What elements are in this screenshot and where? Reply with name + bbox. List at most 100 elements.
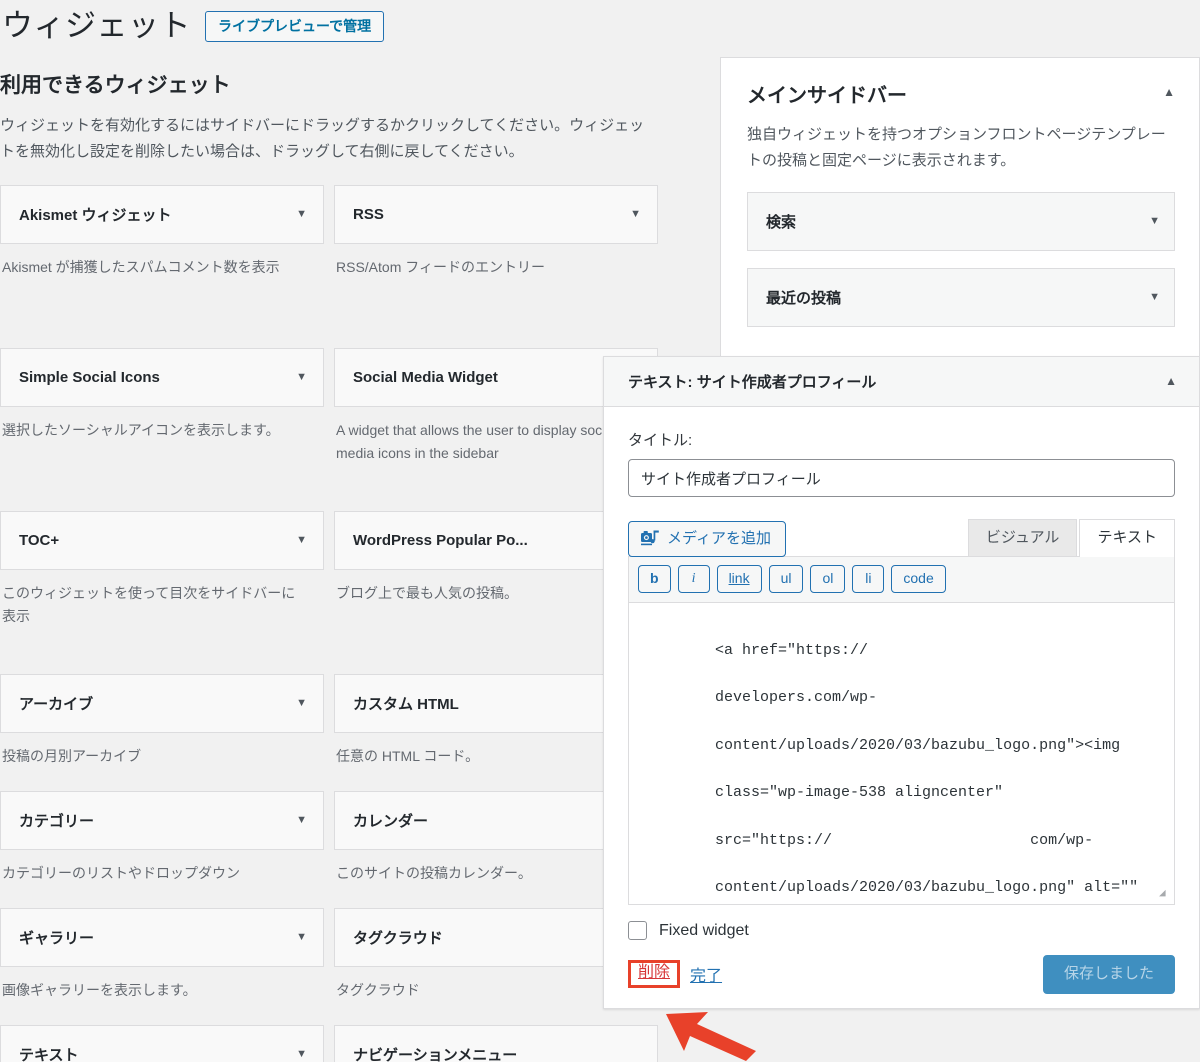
code-line: content/uploads/2020/03/bazubu_logo.png"… (715, 736, 1121, 754)
widget-title: WordPress Popular Po... (353, 531, 528, 549)
widget-description: このウィジェットを使って目次をサイドバーに表示 (2, 584, 296, 625)
widget-card-navigation-menu[interactable]: ナビゲーションメニュー (334, 1024, 658, 1062)
widget-description: カテゴリーのリストやドロップダウン (2, 864, 240, 881)
text-widget-title: テキスト: サイト作成者プロフィール (628, 374, 877, 391)
format-li-button[interactable]: li (852, 565, 885, 594)
format-ul-button[interactable]: ul (768, 565, 804, 594)
sidebar-widget-recent-posts[interactable]: 最近の投稿 ▼ (747, 267, 1175, 327)
text-widget-header[interactable]: テキスト: サイト作成者プロフィール ▲ (604, 357, 1199, 407)
chevron-down-icon[interactable]: ▼ (296, 534, 307, 546)
format-ol-button[interactable]: ol (810, 565, 846, 594)
fixed-widget-label: Fixed widget (659, 921, 749, 939)
widget-card-text[interactable]: テキスト ▼ (0, 1024, 324, 1062)
widget-card-archives[interactable]: アーカイブ ▼ (0, 673, 324, 733)
widget-description: 選択したソーシャルアイコンを表示します。 (2, 421, 280, 438)
widget-description: Akismet が捕獲したスパムコメント数を表示 (2, 258, 280, 275)
manage-in-live-preview-button[interactable]: ライブプレビューで管理 (205, 10, 385, 42)
widget-title: Akismet ウィジェット (19, 206, 172, 224)
fixed-widget-row: Fixed widget (628, 921, 1175, 941)
widget-title: 検索 (766, 213, 797, 231)
widget-title: カレンダー (353, 812, 429, 830)
widget-description: 投稿の月別アーカイブ (2, 747, 142, 764)
chevron-down-icon[interactable]: ▼ (1149, 291, 1160, 303)
resize-handle-icon[interactable]: ◢ (1159, 889, 1171, 901)
widgets-admin-page: ウィジェット ライブプレビューで管理 利用できるウィジェット ウィジェットを有効… (0, 0, 1200, 1062)
redacted-url (832, 828, 1031, 853)
chevron-down-icon[interactable]: ▼ (296, 697, 307, 709)
page-title: ウィジェット (2, 8, 191, 43)
done-link[interactable]: 完了 (690, 962, 722, 986)
format-bold-button[interactable]: b (638, 565, 671, 594)
content-textarea[interactable]: <a href="https:// developers.com/wp- con… (628, 603, 1175, 906)
available-widgets-grid: Akismet ウィジェット ▼ Akismet が捕獲したスパムコメント数を表… (0, 184, 660, 1062)
chevron-down-icon[interactable]: ▼ (296, 1048, 307, 1060)
widget-title: Social Media Widget (353, 368, 498, 386)
code-line: src="https:// (715, 831, 833, 849)
chevron-down-icon[interactable]: ▼ (296, 931, 307, 943)
chevron-up-icon[interactable]: ▲ (1165, 373, 1177, 390)
add-media-label: メディアを追加 (667, 530, 771, 547)
format-code-button[interactable]: code (891, 565, 946, 594)
delete-link[interactable]: 削除 (638, 964, 670, 981)
available-widgets-section: 利用できるウィジェット ウィジェットを有効化するにはサイドバーにドラッグするかク… (0, 72, 660, 1062)
add-media-button[interactable]: メディアを追加 (628, 521, 786, 557)
widget-column-left: Akismet ウィジェット ▼ Akismet が捕獲したスパムコメント数を表… (0, 184, 324, 1062)
widget-title: カテゴリー (19, 812, 95, 830)
widget-title: 最近の投稿 (766, 289, 842, 307)
save-button[interactable]: 保存しました (1042, 954, 1175, 995)
title-field-label: タイトル: (628, 432, 693, 449)
widget-card-gallery[interactable]: ギャラリー ▼ (0, 907, 324, 967)
tab-visual[interactable]: ビジュアル (967, 519, 1078, 557)
code-line: com/wp- (1030, 831, 1094, 849)
main-sidebar-panel: メインサイドバー ▲ 独自ウィジェットを持つオプションフロントページテンプレート… (720, 57, 1200, 365)
widget-card-toc-plus[interactable]: TOC+ ▼ (0, 510, 324, 570)
sidebar-widget-search[interactable]: 検索 ▼ (747, 191, 1175, 251)
editor-mode-tabs: ビジュアル テキスト (967, 519, 1175, 557)
widget-title: カスタム HTML (353, 695, 459, 713)
text-widget-body: タイトル: サイト作成者プロフィール メディアを追加 ビジュアル テキスト b … (604, 407, 1199, 906)
delete-link-highlight: 削除 (628, 960, 681, 989)
widget-title: RSS (353, 205, 384, 223)
text-widget-footer: Fixed widget 削除 完了 保存しました (604, 905, 1199, 1008)
text-widget-actions: 削除 完了 保存しました (628, 954, 1175, 995)
text-widget-panel: テキスト: サイト作成者プロフィール ▲ タイトル: サイト作成者プロフィール … (603, 356, 1200, 1010)
format-toolbar: b i link ul ol li code (628, 556, 1175, 604)
chevron-down-icon[interactable]: ▼ (296, 208, 307, 220)
chevron-up-icon[interactable]: ▲ (1163, 84, 1175, 101)
widget-card-rss[interactable]: RSS ▼ (334, 184, 658, 244)
code-line: class="wp-image-538 aligncenter" (715, 784, 1004, 802)
code-line: <a href="https:// (715, 642, 869, 660)
title-input[interactable] (628, 459, 1175, 497)
tab-text[interactable]: テキスト (1079, 519, 1175, 557)
page-header: ウィジェット ライブプレビューで管理 (0, 0, 385, 46)
widget-title: Simple Social Icons (19, 368, 160, 386)
code-line: developers.com/wp- (715, 689, 878, 707)
available-widgets-description: ウィジェットを有効化するにはサイドバーにドラッグするかクリックしてください。ウィ… (0, 117, 645, 161)
widget-description: RSS/Atom フィードのエントリー (336, 258, 545, 275)
widget-card-categories[interactable]: カテゴリー ▼ (0, 790, 324, 850)
editor-toolbar-row: メディアを追加 ビジュアル テキスト (628, 519, 1175, 557)
format-link-button[interactable]: link (716, 565, 762, 594)
available-widgets-heading: 利用できるウィジェット (0, 74, 231, 97)
footer-links: 削除 完了 (628, 960, 722, 989)
add-media-icon (641, 530, 660, 547)
widget-title: タグクラウド (353, 929, 443, 947)
widget-title: テキスト (19, 1046, 79, 1062)
chevron-down-icon[interactable]: ▼ (1149, 215, 1160, 227)
main-sidebar-header[interactable]: メインサイドバー ▲ (747, 84, 1175, 108)
format-italic-button[interactable]: i (677, 565, 710, 594)
widget-title: TOC+ (19, 531, 60, 549)
chevron-down-icon[interactable]: ▼ (296, 371, 307, 383)
widget-card-akismet[interactable]: Akismet ウィジェット ▼ (0, 184, 324, 244)
widget-card-simple-social-icons[interactable]: Simple Social Icons ▼ (0, 347, 324, 407)
widget-title: ナビゲーションメニュー (353, 1046, 518, 1062)
fixed-widget-checkbox[interactable] (628, 921, 647, 941)
widget-title: ギャラリー (19, 929, 95, 947)
annotation-arrow (664, 1004, 760, 1062)
main-sidebar-title: メインサイドバー (747, 85, 907, 107)
widget-title: アーカイブ (19, 695, 94, 713)
chevron-down-icon[interactable]: ▼ (630, 208, 641, 220)
code-line: content/uploads/2020/03/bazubu_logo.png"… (715, 878, 1139, 896)
chevron-down-icon[interactable]: ▼ (296, 814, 307, 826)
main-sidebar-description: 独自ウィジェットを持つオプションフロントページテンプレートの投稿と固定ページに表… (747, 126, 1166, 169)
